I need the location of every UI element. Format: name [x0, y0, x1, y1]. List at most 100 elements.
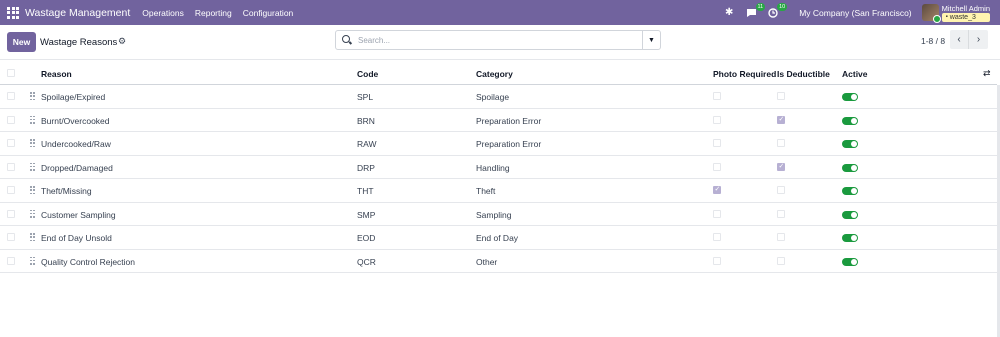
row-select-checkbox[interactable]: [7, 115, 15, 124]
bug-icon[interactable]: ✱: [723, 7, 735, 19]
drag-handle-icon[interactable]: [30, 139, 35, 148]
reason-cell[interactable]: Burnt/Overcooked: [41, 116, 110, 126]
company-switcher[interactable]: My Company (San Francisco): [799, 8, 911, 18]
category-cell[interactable]: Spoilage: [476, 92, 509, 102]
code-cell[interactable]: SMP: [357, 210, 375, 220]
drag-handle-icon[interactable]: [30, 233, 35, 242]
category-cell[interactable]: Handling: [476, 163, 510, 173]
category-cell[interactable]: Sampling: [476, 210, 511, 220]
row-select-checkbox[interactable]: [7, 256, 15, 265]
code-cell[interactable]: EOD: [357, 233, 375, 243]
active-toggle[interactable]: [842, 234, 858, 242]
code-cell[interactable]: RAW: [357, 139, 377, 149]
photo-required-checkbox[interactable]: [713, 115, 721, 124]
reason-cell[interactable]: Dropped/Damaged: [41, 163, 113, 173]
is-deductible-checkbox[interactable]: [777, 256, 785, 265]
drag-handle-icon[interactable]: [30, 256, 35, 266]
photo-required-checkbox[interactable]: [713, 185, 721, 194]
code-cell[interactable]: THT: [357, 186, 374, 196]
active-toggle[interactable]: [842, 187, 858, 195]
header-is-deductible[interactable]: Is Deductible: [777, 69, 830, 79]
row-select-checkbox[interactable]: [7, 186, 15, 194]
reason-cell[interactable]: Customer Sampling: [41, 210, 116, 220]
is-deductible-checkbox[interactable]: [777, 139, 785, 147]
reason-cell[interactable]: Theft/Missing: [41, 186, 92, 196]
optional-columns-icon[interactable]: ⇄: [983, 68, 991, 79]
is-deductible-checkbox[interactable]: [777, 186, 785, 194]
active-toggle[interactable]: [842, 210, 858, 219]
header-code[interactable]: Code: [357, 69, 378, 79]
search-input[interactable]: [358, 35, 638, 45]
photo-required-checkbox[interactable]: [713, 256, 721, 265]
photo-required-checkbox[interactable]: [713, 209, 721, 218]
active-toggle[interactable]: [842, 140, 858, 148]
menu-operations[interactable]: Operations: [142, 8, 184, 18]
active-toggle[interactable]: [842, 116, 858, 125]
row-select-checkbox[interactable]: [7, 233, 15, 241]
row-select-checkbox[interactable]: [7, 162, 15, 171]
table-row[interactable]: Customer Sampling SMP Sampling: [0, 203, 997, 226]
menu-reporting[interactable]: Reporting: [195, 8, 232, 18]
table-row[interactable]: Undercooked/Raw RAW Preparation Error: [0, 132, 997, 156]
app-title[interactable]: Wastage Management: [25, 7, 130, 19]
active-toggle[interactable]: [842, 93, 858, 101]
is-deductible-checkbox[interactable]: [777, 233, 785, 241]
code-cell[interactable]: QCR: [357, 257, 376, 267]
row-select-checkbox[interactable]: [7, 209, 15, 218]
select-all-checkbox[interactable]: [7, 69, 15, 77]
row-select-checkbox[interactable]: [7, 139, 15, 147]
active-toggle[interactable]: [842, 163, 858, 172]
header-active[interactable]: Active: [842, 69, 868, 79]
table-row[interactable]: End of Day Unsold EOD End of Day: [0, 226, 997, 250]
messages-icon[interactable]: 11: [745, 2, 766, 19]
user-avatar[interactable]: [921, 4, 941, 23]
photo-required-checkbox[interactable]: [713, 233, 721, 241]
drag-handle-icon[interactable]: [30, 115, 35, 125]
is-deductible-checkbox[interactable]: [777, 115, 785, 124]
code-cell[interactable]: DRP: [357, 163, 375, 173]
category-cell[interactable]: Other: [476, 257, 497, 267]
drag-handle-icon[interactable]: [30, 162, 35, 172]
header-category[interactable]: Category: [476, 69, 513, 79]
drag-handle-icon[interactable]: [30, 92, 35, 101]
user-menu[interactable]: Mitchell Admin ▪ waste_3: [941, 4, 990, 22]
category-cell[interactable]: Preparation Error: [476, 139, 541, 149]
activity-clock-icon[interactable]: 10: [767, 2, 788, 19]
is-deductible-checkbox[interactable]: [777, 209, 785, 218]
pager-value[interactable]: 1-8 / 8: [921, 36, 945, 46]
category-cell[interactable]: Theft: [476, 186, 495, 196]
category-cell[interactable]: Preparation Error: [476, 116, 541, 126]
drag-handle-icon[interactable]: [30, 186, 35, 195]
search-icon[interactable]: [342, 35, 352, 45]
photo-required-checkbox[interactable]: [713, 139, 721, 147]
table-row[interactable]: Spoilage/Expired SPL Spoilage: [0, 85, 997, 109]
new-button[interactable]: New: [7, 32, 36, 52]
search-options-toggle[interactable]: ▼: [642, 31, 660, 49]
pager-next-button[interactable]: ›: [969, 30, 988, 49]
code-cell[interactable]: SPL: [357, 92, 373, 102]
row-select-checkbox[interactable]: [7, 92, 15, 100]
table-row[interactable]: Theft/Missing THT Theft: [0, 179, 997, 203]
gear-icon[interactable]: ⚙: [118, 36, 126, 47]
reason-cell[interactable]: Spoilage/Expired: [41, 92, 105, 102]
apps-menu-icon[interactable]: [7, 6, 19, 19]
reason-cell[interactable]: Undercooked/Raw: [41, 139, 111, 149]
photo-required-checkbox[interactable]: [713, 162, 721, 171]
drag-handle-icon[interactable]: [30, 209, 35, 219]
is-deductible-checkbox[interactable]: [777, 162, 785, 171]
pager-previous-button[interactable]: ‹: [950, 30, 969, 49]
page-title[interactable]: Wastage Reasons: [40, 37, 117, 48]
header-photo-required[interactable]: Photo Required: [713, 69, 776, 79]
code-cell[interactable]: BRN: [357, 116, 375, 126]
table-row[interactable]: Burnt/Overcooked BRN Preparation Error: [0, 109, 997, 132]
category-cell[interactable]: End of Day: [476, 233, 518, 243]
photo-required-checkbox[interactable]: [713, 92, 721, 100]
table-row[interactable]: Dropped/Damaged DRP Handling: [0, 156, 997, 179]
reason-cell[interactable]: End of Day Unsold: [41, 233, 112, 243]
reason-cell[interactable]: Quality Control Rejection: [41, 257, 135, 267]
table-row[interactable]: Quality Control Rejection QCR Other: [0, 250, 997, 273]
header-reason[interactable]: Reason: [41, 69, 72, 79]
active-toggle[interactable]: [842, 257, 858, 266]
is-deductible-checkbox[interactable]: [777, 92, 785, 100]
menu-configuration[interactable]: Configuration: [243, 8, 294, 18]
